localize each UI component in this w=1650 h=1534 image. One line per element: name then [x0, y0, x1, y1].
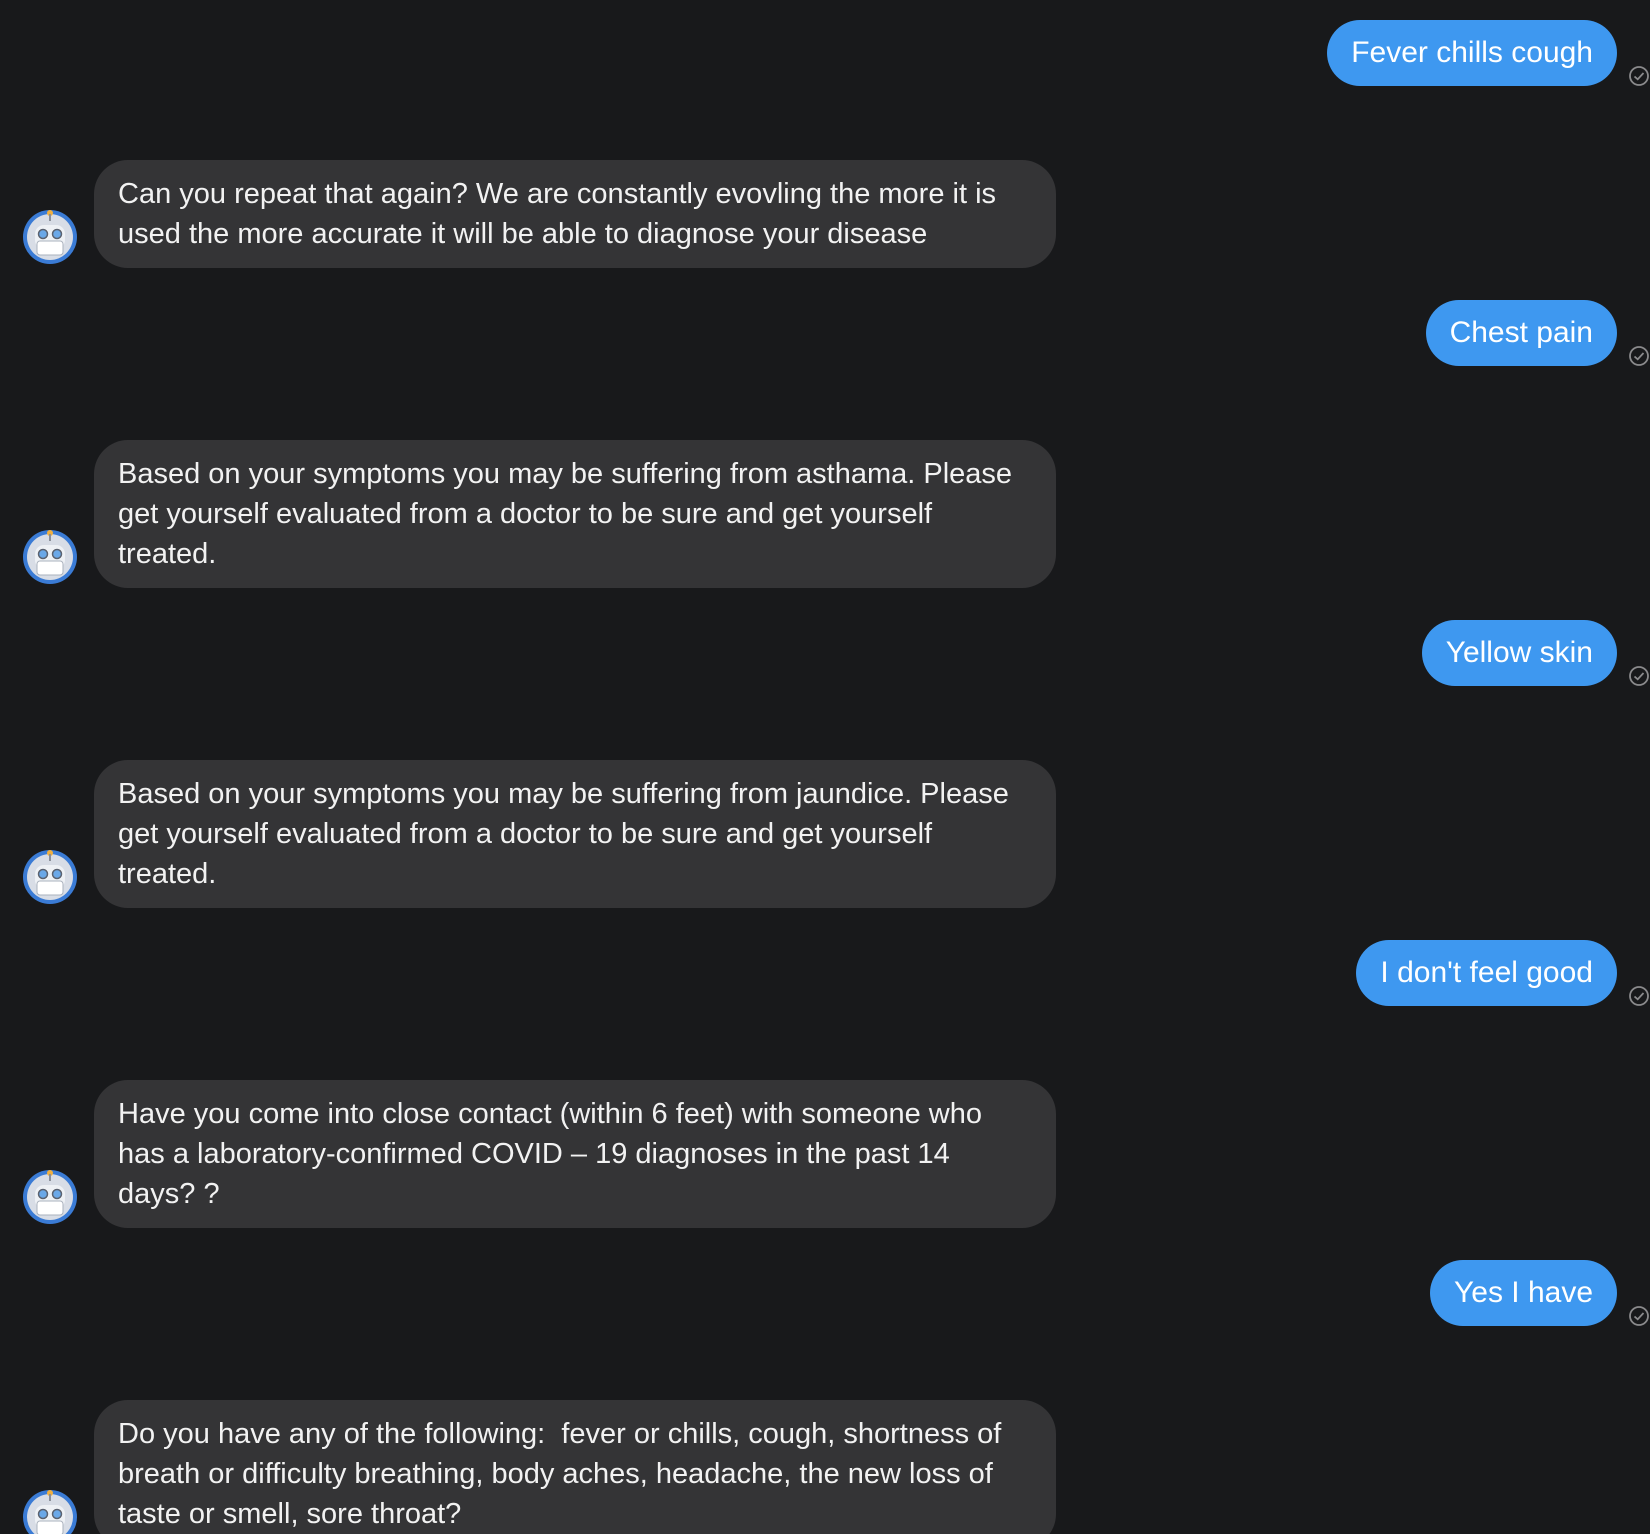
check-circle-icon	[1629, 66, 1649, 86]
bot-message-bubble: Based on your symptoms you may be suffer…	[94, 760, 1056, 908]
message-row: Yellow skin	[0, 620, 1650, 686]
bot-message-bubble: Based on your symptoms you may be suffer…	[94, 440, 1056, 588]
user-message-bubble[interactable]: Yellow skin	[1421, 620, 1617, 686]
user-message-bubble[interactable]: Fever chills cough	[1327, 20, 1617, 86]
robot-icon	[23, 210, 77, 264]
bot-message-bubble: Can you repeat that again? We are consta…	[94, 160, 1056, 268]
user-message-bubble[interactable]: Yes I have	[1430, 1260, 1617, 1326]
bot-message-bubble: Have you come into close contact (within…	[94, 1080, 1056, 1228]
message-row: Based on your symptoms you may be suffer…	[0, 760, 1650, 908]
message-row: Can you repeat that again? We are consta…	[0, 160, 1650, 268]
message-row: Have you come into close contact (within…	[0, 1080, 1650, 1228]
check-circle-icon	[1629, 346, 1649, 366]
user-message-bubble[interactable]: Chest pain	[1425, 300, 1617, 366]
message-row: Based on your symptoms you may be suffer…	[0, 440, 1650, 588]
bot-message-bubble: Do you have any of the following: fever …	[94, 1400, 1056, 1534]
check-circle-icon	[1629, 1306, 1649, 1326]
message-row: Do you have any of the following: fever …	[0, 1400, 1650, 1534]
robot-icon	[23, 530, 77, 584]
robot-icon	[23, 1170, 77, 1224]
message-row: Chest pain	[0, 300, 1650, 366]
message-row: Fever chills cough	[0, 20, 1650, 86]
user-message-bubble[interactable]: I don't feel good	[1356, 940, 1617, 1006]
conversation: Fever chills cough Can you repeat that a…	[0, 0, 1650, 1534]
robot-icon	[23, 850, 77, 904]
robot-icon	[23, 1490, 77, 1534]
check-circle-icon	[1629, 986, 1649, 1006]
check-circle-icon	[1629, 666, 1649, 686]
message-row: I don't feel good	[0, 940, 1650, 1006]
message-row: Yes I have	[0, 1260, 1650, 1326]
